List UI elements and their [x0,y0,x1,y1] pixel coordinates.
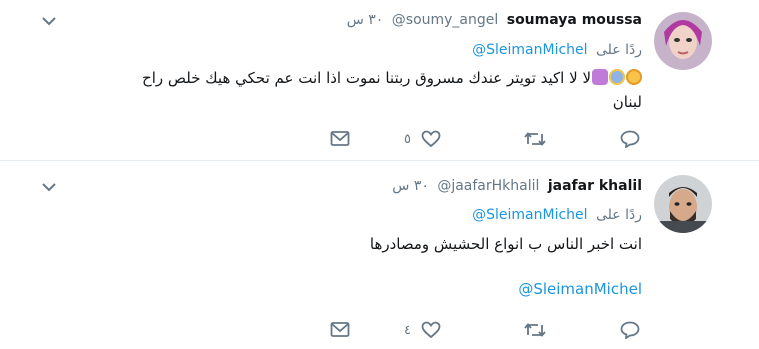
username[interactable]: @soumy_angel [392,12,499,28]
tweet-text-line: لا لا اكيد تويتر عندك مسروق ربتنا نموت ا… [62,66,642,90]
screaming-face-icon [609,69,625,85]
dm-icon [330,131,350,146]
tweet[interactable]: soumaya moussa @soumy_angel ٣٠ س ردًا عل… [0,0,759,160]
tweet-header: soumaya moussa @soumy_angel ٣٠ س [347,12,642,28]
tweet-text: لا لا اكيد تويتر عندك مسروق ربتنا نموت ا… [62,66,642,114]
dm-button[interactable] [330,319,350,341]
person-facepalming-icon [592,69,608,85]
timestamp[interactable]: ٣٠ س [392,178,429,194]
retweet-icon [524,132,546,146]
reply-prefix: ردًا على [596,207,642,223]
reply-mention[interactable]: @SleimanMichel [472,207,587,223]
dm-icon [330,322,350,337]
tweet-text-line1: انت اخبر الناس ب انواع الحشيش ومصادرها [369,235,642,253]
avatar[interactable] [654,12,712,70]
display-name[interactable]: jaafar khalil [548,178,642,194]
reply-mention[interactable]: @SleimanMichel [472,42,587,58]
like-count: ٥ [404,131,411,147]
dm-button[interactable] [330,128,350,150]
retweet-button[interactable] [524,319,546,341]
timestamp[interactable]: ٣٠ س [347,12,384,28]
tweet-header: jaafar khalil @jaafarHkhalil ٣٠ س [392,178,642,194]
like-icon [421,130,441,148]
username[interactable]: @jaafarHkhalil [437,178,539,194]
retweet-icon [524,323,546,337]
reply-prefix: ردًا على [596,42,642,58]
tweet[interactable]: jaafar khalil @jaafarHkhalil ٣٠ س ردًا ع… [0,162,759,349]
reply-context: ردًا على @SleimanMichel [472,42,642,58]
like-icon [421,321,441,339]
like-button[interactable]: ٥ [404,128,441,150]
caret-down-icon[interactable] [42,182,56,192]
reply-button[interactable] [620,128,640,150]
reply-button[interactable] [620,319,640,341]
display-name[interactable]: soumaya moussa [507,12,642,28]
divider [0,160,759,161]
reply-icon [620,321,640,339]
like-count: ٤ [404,322,411,338]
mention-link[interactable]: @SleimanMichel [518,280,642,298]
tweet-actions: ٤ [330,319,640,341]
reply-icon [620,130,640,148]
reply-context: ردًا على @SleimanMichel [472,207,642,223]
tweet-text-line1: لا لا اكيد تويتر عندك مسروق ربتنا نموت ا… [142,69,591,87]
like-button[interactable]: ٤ [404,319,441,341]
caret-down-icon[interactable] [42,16,56,26]
tweet-actions: ٥ [330,128,640,150]
tweet-text-line2: لبنان [612,93,642,111]
avatar[interactable] [654,175,712,233]
tweet-text: انت اخبر الناس ب انواع الحشيش ومصادرها [370,232,642,256]
flushed-face-icon [626,69,642,85]
retweet-button[interactable] [524,128,546,150]
